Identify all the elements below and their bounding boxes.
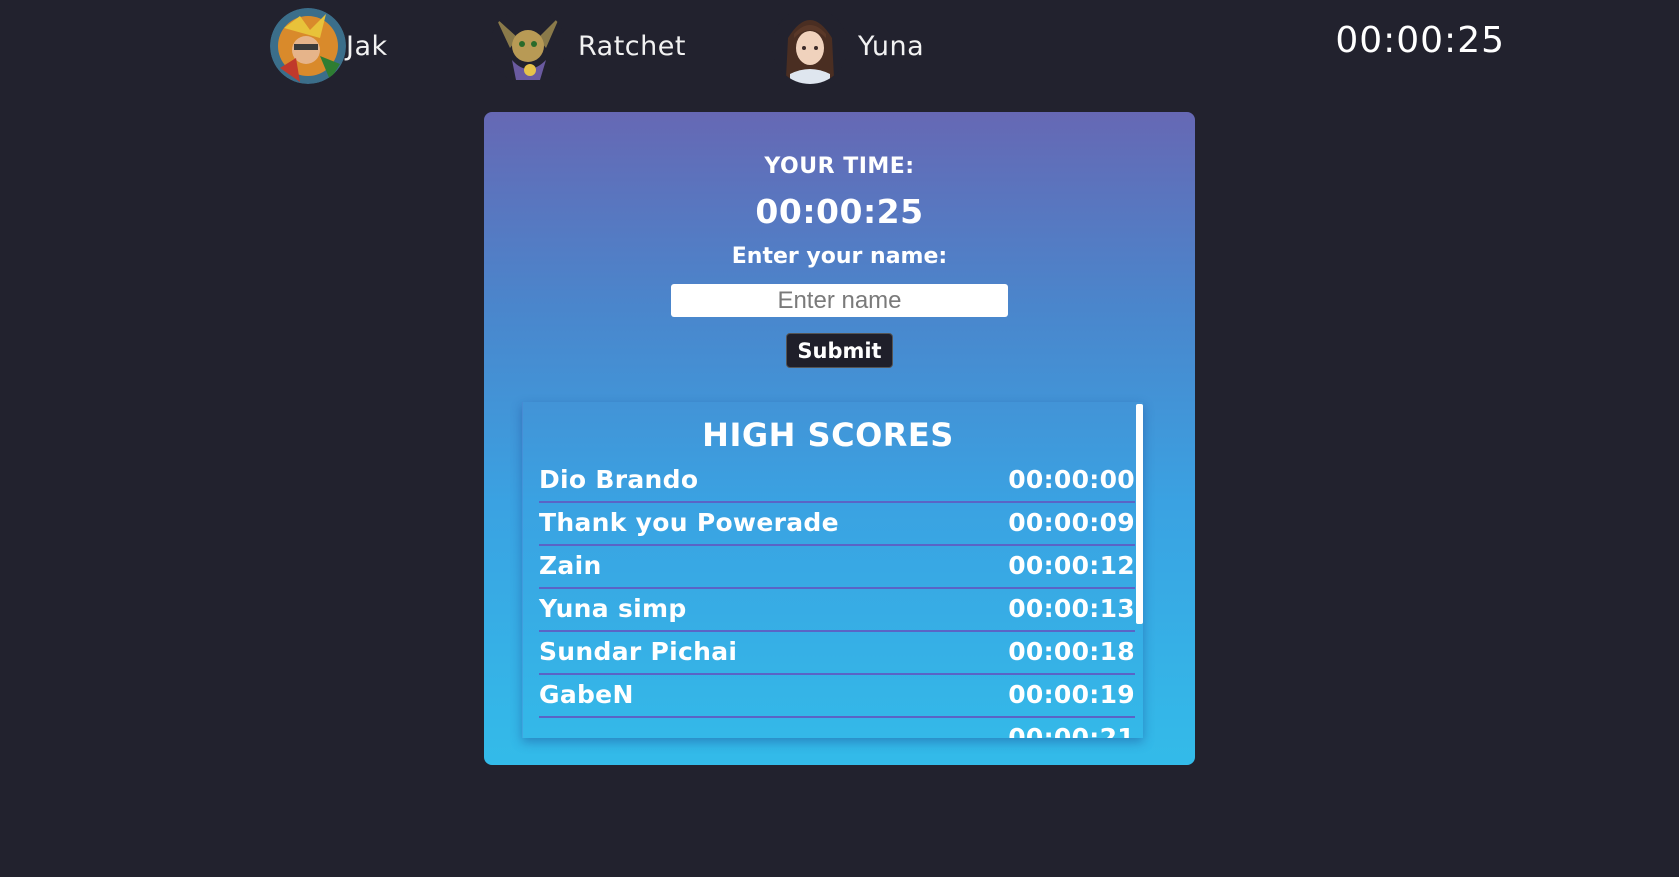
score-time: 00:00:13 [1008,594,1135,623]
score-time: 00:00:12 [1008,551,1135,580]
high-scores-list: Dio Brando 00:00:00 Thank you Powerade 0… [539,460,1135,738]
your-time-label: YOUR TIME: [764,154,915,179]
result-panel: YOUR TIME: 00:00:25 Enter your name: Sub… [484,112,1195,765]
score-row: Zain 00:00:12 [539,546,1135,589]
name-input[interactable] [671,284,1008,317]
game-timer: 00:00:25 [1335,20,1505,61]
score-row: Dio Brando 00:00:00 [539,460,1135,503]
score-row: GabeN 00:00:19 [539,675,1135,718]
character-yuna[interactable]: Yuna [772,8,924,84]
score-name: GabeN [539,680,634,709]
character-ratchet[interactable]: Ratchet [490,8,686,84]
score-name: Thank you Powerade [539,508,839,537]
character-name: Jak [346,30,388,62]
your-time-value: 00:00:25 [755,192,924,231]
score-row: Thank you Powerade 00:00:09 [539,503,1135,546]
score-row: 00:00:21 [539,718,1135,738]
enter-name-label: Enter your name: [731,244,948,269]
score-row: Yuna simp 00:00:13 [539,589,1135,632]
character-name: Yuna [858,30,925,62]
scrollbar-thumb[interactable] [1136,404,1143,624]
high-scores-title: HIGH SCORES [702,416,954,454]
score-name: Yuna simp [539,594,687,623]
score-time: 00:00:00 [1008,465,1135,494]
score-name: Zain [539,551,602,580]
score-name: Sundar Pichai [539,637,738,666]
score-time: 00:00:18 [1008,637,1135,666]
yuna-avatar-icon [772,8,848,84]
submit-button[interactable]: Submit [786,333,893,368]
character-jak[interactable]: Jak [270,8,388,84]
score-time: 00:00:19 [1008,680,1135,709]
jak-avatar-icon [270,8,346,84]
score-name: Dio Brando [539,465,699,494]
character-name: Ratchet [578,30,686,62]
high-scores-box[interactable]: HIGH SCORES Dio Brando 00:00:00 Thank yo… [522,402,1143,738]
score-time: 00:00:21 [1008,723,1135,738]
score-row: Sundar Pichai 00:00:18 [539,632,1135,675]
scrollbar[interactable] [1135,402,1143,738]
score-time: 00:00:09 [1008,508,1135,537]
ratchet-avatar-icon [490,8,566,84]
top-bar: Jak Ratchet Yuna 00:00:25 [0,0,1679,90]
